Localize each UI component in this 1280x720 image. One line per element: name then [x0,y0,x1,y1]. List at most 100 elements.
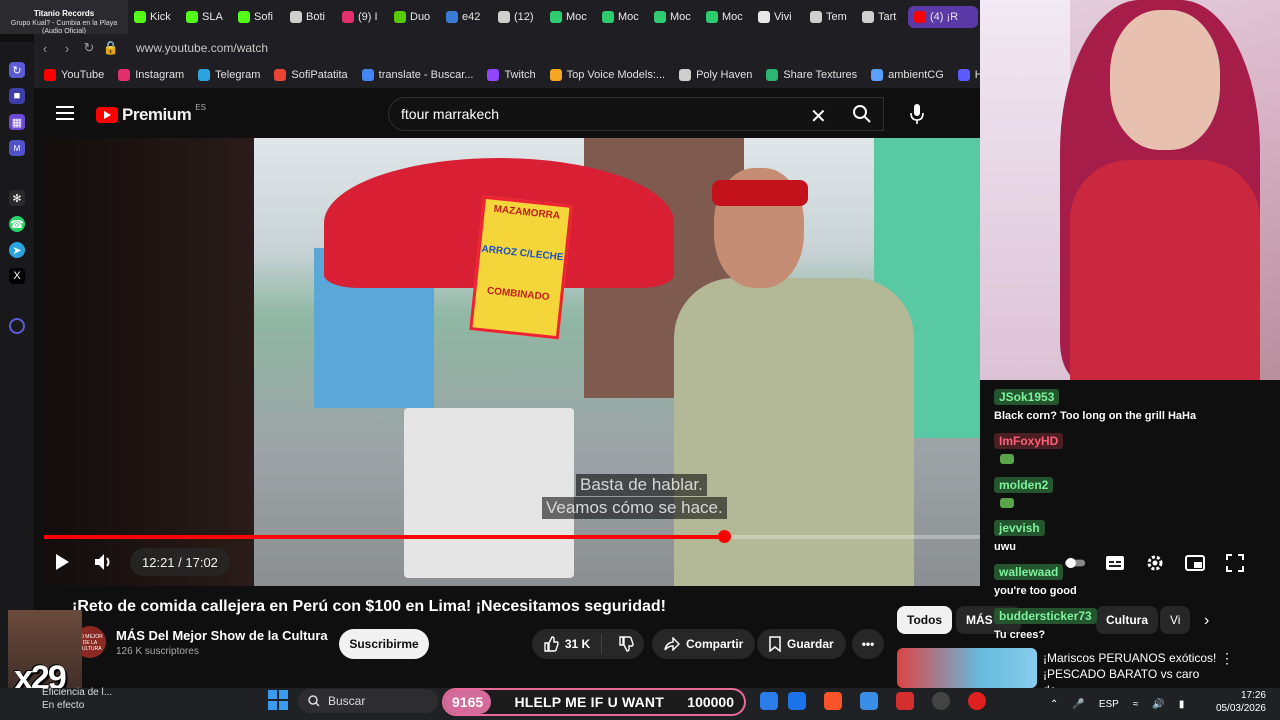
browser-tab[interactable]: SLA [180,6,232,28]
bookmark-item[interactable]: Share Textures [766,69,857,81]
food-sign: MAZAMORRA ARROZ C/LECHE COMBINADO [469,195,573,340]
taskbar-app-icon[interactable] [760,692,778,710]
browser-tab[interactable]: Vivi [752,6,804,28]
recommended-menu-icon[interactable]: ⋮ [1220,650,1234,667]
browser-tab[interactable]: Kick [128,6,180,28]
efficiency-notification[interactable]: Eficiencia de l... En efecto [42,686,112,712]
clear-search-icon[interactable]: ✕ [810,104,827,129]
chat-username[interactable]: buddersticker73 [994,608,1097,624]
sidebar-app-icon[interactable]: ▦ [9,114,25,130]
bookmark-item[interactable]: ambientCG [871,69,944,81]
bookmark-item[interactable]: translate - Buscar... [361,69,473,81]
tab-label: (4) ¡R [930,11,959,23]
bookmark-favicon-icon [274,69,287,81]
browser-tab[interactable]: (4) ¡R [908,6,978,28]
voice-search-button[interactable] [898,97,936,131]
dislike-button[interactable] [608,636,644,652]
tab-label: (9) I [358,11,378,23]
taskbar-calculator-icon[interactable] [860,692,878,710]
media-now-playing[interactable]: Titanio Records Grupo Kual? - Cumbia en … [0,0,128,34]
chatgpt-icon[interactable]: ✻ [9,190,25,206]
chat-message: ImFoxyHD [994,432,1264,469]
more-actions-button[interactable]: ••• [852,629,884,659]
browser-tab[interactable]: e42 [440,6,492,28]
tab-label: Boti [306,11,325,23]
play-button[interactable] [52,552,72,572]
sidebar-app-icon[interactable]: ■ [9,88,25,104]
speaker-icon[interactable]: 🔊 [1152,699,1164,710]
lock-icon[interactable]: 🔒 [100,40,122,56]
browser-tab[interactable]: Tem [804,6,856,28]
forward-icon[interactable]: › [56,41,78,56]
share-button[interactable]: Compartir [652,629,756,659]
browser-tab[interactable]: Tart [856,6,908,28]
taskbar-obs-icon[interactable] [932,692,950,710]
wifi-icon[interactable]: ≈ [1133,699,1139,710]
taskbar-search[interactable]: Buscar [298,689,438,713]
history-icon[interactable] [9,318,25,334]
back-icon[interactable]: ‹ [34,41,56,56]
language-indicator[interactable]: ESP [1099,699,1119,710]
sidebar-app-icon[interactable]: ↻ [9,62,25,78]
chip-all[interactable]: Todos [897,606,953,634]
browser-tab[interactable]: Boti [284,6,336,28]
bookmark-item[interactable]: Telegram [198,69,260,81]
taskbar-brave-icon[interactable] [824,692,842,710]
tab-favicon-icon [914,11,926,23]
chat-username[interactable]: JSok1953 [994,389,1060,405]
browser-tab[interactable]: (12) [492,6,544,28]
bookmark-label: ambientCG [888,69,944,81]
chat-username[interactable]: molden2 [994,477,1054,493]
food-cart [404,408,574,578]
browser-tab[interactable]: Moc [544,6,596,28]
browser-tab[interactable]: (9) I [336,6,388,28]
bookmark-item[interactable]: Poly Haven [679,69,752,81]
hamburger-menu-icon[interactable] [56,106,74,120]
taskbar-record-icon[interactable] [968,692,986,710]
bookmark-item[interactable]: Instagram [118,69,184,81]
bookmark-item[interactable]: YouTube [44,69,104,81]
reload-icon[interactable]: ↻ [78,40,100,56]
taskbar-app-icon[interactable] [896,692,914,710]
tab-label: Moc [566,11,587,23]
youtube-play-logo-icon [96,107,118,123]
chat-username[interactable]: ImFoxyHD [994,433,1064,449]
youtube-logo[interactable]: Premium ES [96,103,206,125]
microphone-tray-icon[interactable]: 🎤 [1072,699,1084,710]
chat-username[interactable]: wallewaad [994,564,1064,580]
browser-tab[interactable]: Moc [596,6,648,28]
donation-goal-bar: 9165 HLELP ME IF U WANT 100000 [442,688,746,716]
save-button[interactable]: Guardar [757,629,846,659]
telegram-icon[interactable]: ➤ [9,242,25,258]
subscribe-button[interactable]: Suscribirme [339,629,429,659]
bookmark-item[interactable]: SofiPatatita [274,69,348,81]
battery-icon[interactable]: ▮ [1179,699,1185,710]
browser-tab[interactable]: Moc [700,6,752,28]
browser-tab[interactable]: Moc [648,6,700,28]
volume-button[interactable] [92,550,116,574]
bookmark-item[interactable]: Ha [957,69,980,81]
recommended-thumbnail[interactable] [897,648,1037,688]
bookmark-item[interactable]: Twitch [487,69,536,81]
chat-username[interactable]: jevvish [994,520,1045,536]
tab-label: Tart [878,11,897,23]
progress-knob[interactable] [717,530,731,543]
progress-bar[interactable] [44,530,980,543]
search-button[interactable] [840,97,884,131]
windows-start-icon[interactable] [268,690,288,710]
bookmark-item[interactable]: Top Voice Models:... [549,69,665,81]
browser-tab[interactable]: Sofi [232,6,284,28]
browser-tab[interactable]: Duo [388,6,440,28]
whatsapp-icon[interactable]: ☎ [9,216,25,232]
taskbar-notepad-icon[interactable] [788,692,806,710]
url-field[interactable]: www.youtube.com/watch [136,41,268,55]
x-icon[interactable]: X [9,268,25,284]
sidebar-app-icon[interactable]: M [9,140,25,156]
channel-name[interactable]: MÁS Del Mejor Show de la Cultura [116,628,328,643]
taskbar-clock[interactable]: 17:26 05/03/2026 [1206,689,1266,715]
bookmark-favicon-icon [549,69,562,81]
tray-overflow-icon[interactable]: ⌃ [1050,699,1058,710]
video-player[interactable]: MAZAMORRA ARROZ C/LECHE COMBINADO [44,138,980,586]
tab-favicon-icon [394,11,406,23]
like-button[interactable]: 31 K [532,634,602,654]
